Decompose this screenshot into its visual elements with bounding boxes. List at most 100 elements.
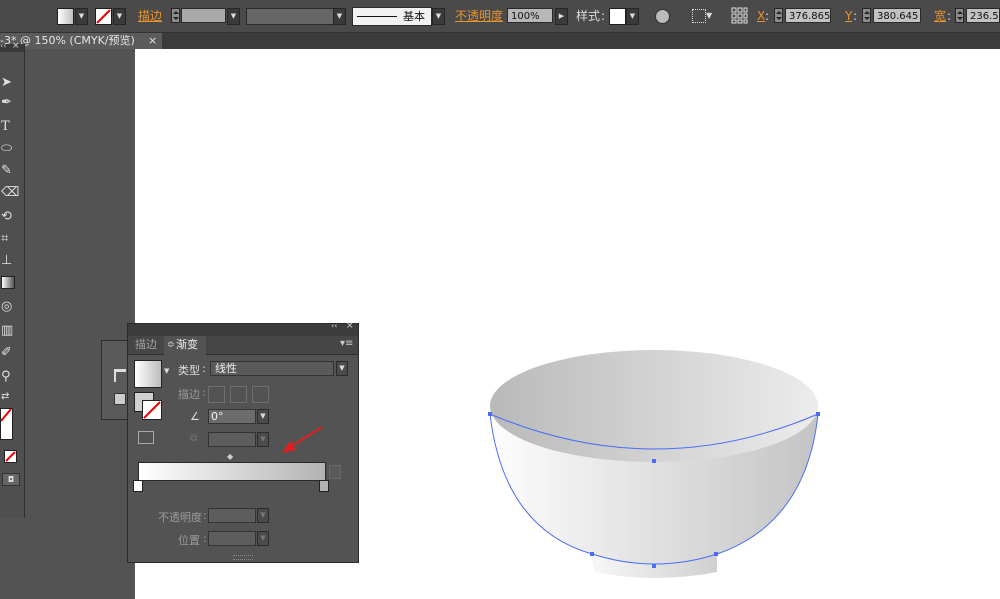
panel-title-bar[interactable]: ‹‹ × [128, 321, 358, 336]
pencil-tool-icon[interactable]: ✎ [1, 162, 21, 180]
midpoint-diamond-icon[interactable]: ◆ [227, 452, 233, 461]
stroke-along-icon[interactable] [230, 386, 247, 403]
anchor-point[interactable] [816, 412, 820, 416]
stop-opacity-dropdown[interactable]: ▼ [257, 508, 269, 523]
stop-location-field[interactable] [208, 531, 256, 546]
stroke-label: 描边 [178, 388, 200, 401]
angle-field[interactable]: 0° [208, 409, 256, 424]
stroke-within-icon[interactable] [208, 386, 225, 403]
width-field[interactable]: 236.5 [966, 8, 1000, 23]
type-tool-icon[interactable]: T [1, 118, 21, 136]
width-label[interactable]: 宽 [934, 8, 946, 24]
brush-style-label: 基本 [403, 10, 425, 23]
annotation-arrow [282, 426, 323, 453]
gradient-thumbnail-dropdown-icon[interactable]: ▼ [164, 367, 169, 375]
stroke-weight-dropdown[interactable]: ▼ [227, 8, 240, 25]
bowl-inner-rim[interactable] [490, 350, 818, 462]
anchor-point[interactable] [714, 552, 718, 556]
gradient-stop-right[interactable] [319, 480, 329, 492]
rotate-tool-icon[interactable]: ⟲ [1, 208, 21, 226]
fill-swatch[interactable] [57, 8, 74, 25]
gradient-type-select[interactable]: 线性 [210, 361, 334, 376]
stroke-across-icon[interactable] [252, 386, 269, 403]
stop-opacity-field[interactable] [208, 508, 256, 523]
x-field[interactable]: 376.865 [785, 8, 831, 23]
free-transform-tool-icon[interactable]: ⌗ [1, 230, 21, 248]
width-stepper[interactable] [955, 8, 964, 23]
swap-colors-icon[interactable]: ⇄ [1, 388, 21, 406]
tools-close-icon[interactable]: × [12, 41, 20, 51]
aspect-ratio-icon: ⧉ [190, 433, 198, 444]
gradient-ramp [139, 463, 325, 480]
opacity-field[interactable]: 100% [507, 8, 553, 23]
none-color-button[interactable] [4, 450, 17, 463]
stroke-weight-stepper[interactable] [171, 8, 180, 23]
opacity-dropdown[interactable]: ▶ [555, 8, 568, 25]
angle-dropdown[interactable]: ▼ [257, 409, 269, 424]
fill-color-box[interactable] [0, 408, 13, 440]
graphic-style-swatch[interactable] [609, 8, 626, 25]
none-icon [5, 451, 16, 462]
column-graph-tool-icon[interactable]: ▥ [1, 322, 21, 340]
pen-tool-icon[interactable]: ✒ [1, 94, 21, 112]
fill-dropdown[interactable]: ▼ [75, 8, 88, 25]
no-stroke-icon [143, 401, 161, 419]
stroke-label[interactable]: 描边 [138, 8, 162, 24]
control-bar: ▼ ▼ 描边 ▼ ▼ 基本 ▼ 不透明度 100% ▶ 样式 : ▼ ▼ X :… [0, 0, 1000, 33]
align-to-icon[interactable] [692, 9, 706, 23]
tools-collapse-icon[interactable]: ‹‹ [0, 41, 6, 50]
reverse-gradient-icon[interactable] [138, 431, 154, 444]
document-tab-close-icon[interactable]: × [148, 33, 157, 49]
panel-close-icon[interactable]: × [346, 321, 354, 331]
gradient-stop-left[interactable] [133, 480, 143, 492]
tab-stroke[interactable]: 描边 [131, 336, 161, 354]
gradient-thumbnail[interactable] [134, 360, 162, 388]
delete-stop-icon[interactable] [329, 465, 341, 479]
panel-resize-grip[interactable] [233, 555, 253, 560]
align-dropdown-icon[interactable]: ▼ [706, 8, 712, 23]
anchor-point[interactable] [590, 552, 594, 556]
eraser-tool-icon[interactable]: ⌫ [1, 184, 21, 202]
zoom-tool-icon[interactable]: ⚲ [1, 368, 21, 386]
pathfinder-icon[interactable] [114, 393, 126, 405]
stroke-dropdown[interactable]: ▼ [113, 8, 126, 25]
reference-point-icon[interactable] [731, 7, 748, 24]
blend-tool-icon[interactable]: ◎ [1, 298, 21, 316]
recolor-artwork-icon[interactable] [655, 9, 670, 24]
panel-collapse-icon[interactable]: ‹‹ [331, 321, 337, 330]
anchor-point[interactable] [652, 459, 656, 463]
y-stepper[interactable] [862, 8, 871, 23]
gradient-slider-bar[interactable] [138, 462, 326, 481]
profile-dropdown[interactable]: ▼ [333, 8, 346, 25]
stroke-gradient-swatch[interactable] [142, 400, 162, 420]
gradient-icon [1, 276, 15, 289]
y-field[interactable]: 380.645 [873, 8, 921, 23]
panel-menu-icon[interactable]: ▾≡ [340, 338, 353, 349]
graph-tool-icon[interactable]: ⊥ [1, 252, 21, 270]
stop-location-dropdown[interactable]: ▼ [257, 531, 269, 546]
brush-definition[interactable]: 基本 [352, 7, 432, 26]
aspect-ratio-field[interactable] [208, 432, 256, 447]
x-label[interactable]: X [757, 8, 765, 24]
aspect-ratio-dropdown[interactable]: ▼ [257, 432, 269, 447]
selection-tool-icon[interactable]: ➤ [1, 74, 21, 92]
anchor-point[interactable] [488, 412, 492, 416]
gradient-type-dropdown[interactable]: ▼ [336, 361, 348, 376]
variable-width-profile[interactable] [246, 8, 334, 25]
gradient-tool-icon[interactable] [1, 276, 21, 294]
screen-mode-icon[interactable]: ◘ [2, 473, 20, 486]
anchor-point[interactable] [652, 564, 656, 568]
align-icon[interactable] [114, 369, 126, 382]
ellipse-tool-icon[interactable]: ⬭ [1, 140, 21, 158]
opacity-label: 不透明度 [158, 511, 202, 524]
brush-dropdown[interactable]: ▼ [432, 8, 445, 25]
tab-gradient[interactable]: ≎ 渐变 [164, 336, 206, 355]
y-label[interactable]: Y [845, 8, 852, 24]
tools-panel-header: ‹‹ × [0, 41, 24, 52]
eyedropper-tool-icon[interactable]: ✐ [1, 344, 21, 362]
opacity-label[interactable]: 不透明度 [455, 8, 503, 24]
stroke-swatch[interactable] [95, 8, 112, 25]
x-stepper[interactable] [774, 8, 783, 23]
stroke-weight-field[interactable] [181, 8, 226, 23]
graphic-style-dropdown[interactable]: ▼ [626, 8, 639, 25]
